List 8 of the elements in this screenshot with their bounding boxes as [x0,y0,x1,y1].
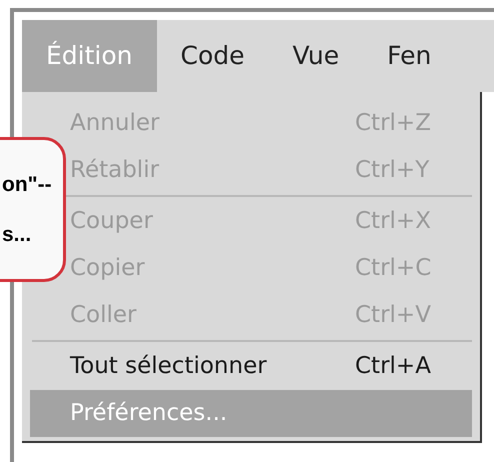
menu-bar-item[interactable]: Code [156,20,269,92]
callout-text: on"-- [2,172,52,198]
menu-item[interactable]: Tout sélectionner Ctrl+A [30,343,472,390]
callout-text: s... [2,222,32,248]
menu-bar-item[interactable]: Fen [363,20,456,92]
menu-bar-item[interactable]: Édition [22,20,156,92]
menu-bar-item[interactable]: Vue [268,20,364,92]
menu-item[interactable]: Préférences... [30,390,472,437]
